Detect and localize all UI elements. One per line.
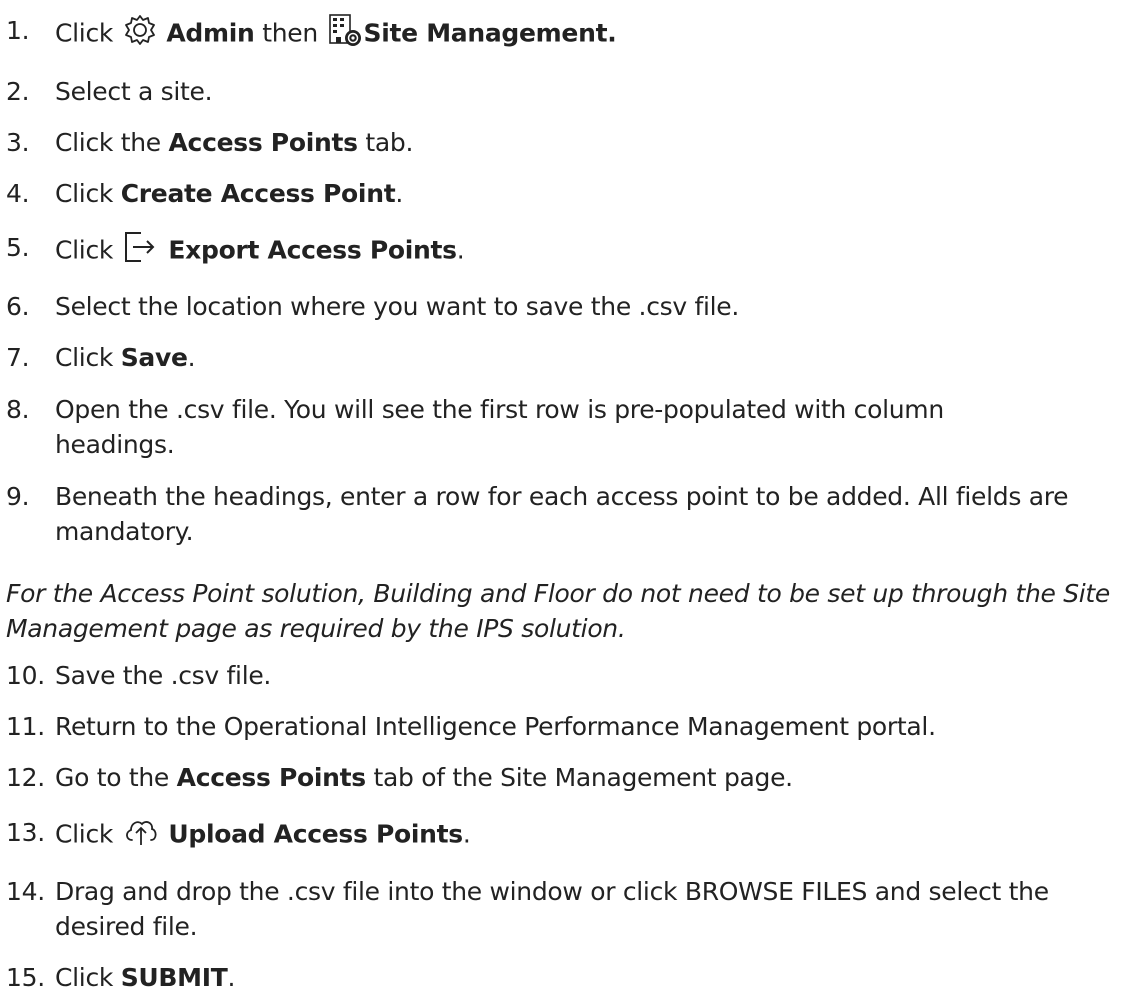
step-3: 3. Click the Access Points tab. — [6, 125, 1133, 160]
step-text: Click Save. — [55, 343, 196, 372]
step-6: 6. Select the location where you want to… — [6, 289, 1133, 324]
step-text: Click Create Access Point. — [55, 179, 404, 208]
note-text: For the Access Point solution, Building … — [6, 579, 1111, 643]
step-9: 9. Beneath the headings, enter a row for… — [6, 479, 1133, 549]
step-number: 3. — [6, 128, 30, 157]
step-number: 11. — [6, 712, 45, 741]
step-text: Click Export Access Points. — [55, 230, 1133, 273]
step-number: 13. — [6, 818, 45, 847]
step-10: 10. Save the .csv file. — [6, 658, 1133, 693]
step-number: 14. — [6, 877, 45, 906]
step-text: Click the Access Points tab. — [55, 128, 414, 157]
step-number: 15. — [6, 963, 45, 992]
step-8: 8. Open the .csv file. You will see the … — [6, 392, 1133, 462]
step-14: 14. Drag and drop the .csv file into the… — [6, 874, 1133, 944]
step-text: Select the location where you want to sa… — [55, 292, 740, 321]
step-number: 5. — [6, 233, 30, 262]
step-text: Click SUBMIT. — [55, 963, 236, 992]
step-text: Click Admin then Site Management. — [55, 13, 1133, 56]
step-1: 1. Click Admin then Site Management. — [6, 13, 1133, 56]
step-text: Select a site. — [55, 77, 213, 106]
building-gear-icon — [328, 13, 362, 56]
step-5: 5. Click Export Access Points. — [6, 230, 1133, 273]
step-text: Save the .csv file. — [55, 661, 272, 690]
step-text: Open the .csv file. You will see the fir… — [55, 395, 944, 459]
step-number: 2. — [6, 77, 30, 106]
step-text: Return to the Operational Intelligence P… — [55, 712, 936, 741]
step-text: Beneath the headings, enter a row for ea… — [55, 482, 1069, 546]
step-11: 11. Return to the Operational Intelligen… — [6, 709, 1133, 744]
step-text: Drag and drop the .csv file into the win… — [55, 877, 1049, 941]
step-number: 7. — [6, 343, 30, 372]
gear-icon — [123, 14, 157, 55]
step-number: 4. — [6, 179, 30, 208]
step-13: 13. Click Upload Access Points. — [6, 815, 1133, 856]
export-icon — [123, 230, 159, 273]
step-12: 12. Go to the Access Points tab of the S… — [6, 760, 1133, 795]
step-2: 2. Select a site. — [6, 74, 1133, 109]
instructions-document: 1. Click Admin then Site Management. 2. … — [0, 0, 1139, 1003]
step-text: Click Upload Access Points. — [55, 815, 1133, 856]
step-number: 8. — [6, 395, 30, 424]
step-4: 4. Click Create Access Point. — [6, 176, 1133, 211]
step-number: 6. — [6, 292, 30, 321]
step-text: Go to the Access Points tab of the Site … — [55, 763, 793, 792]
cloud-upload-icon — [123, 815, 159, 856]
step-number: 10. — [6, 661, 45, 690]
step-number: 1. — [6, 16, 30, 45]
step-7: 7. Click Save. — [6, 340, 1133, 375]
step-number: 9. — [6, 482, 30, 511]
step-number: 12. — [6, 763, 45, 792]
step-15: 15. Click SUBMIT. — [6, 960, 1133, 995]
